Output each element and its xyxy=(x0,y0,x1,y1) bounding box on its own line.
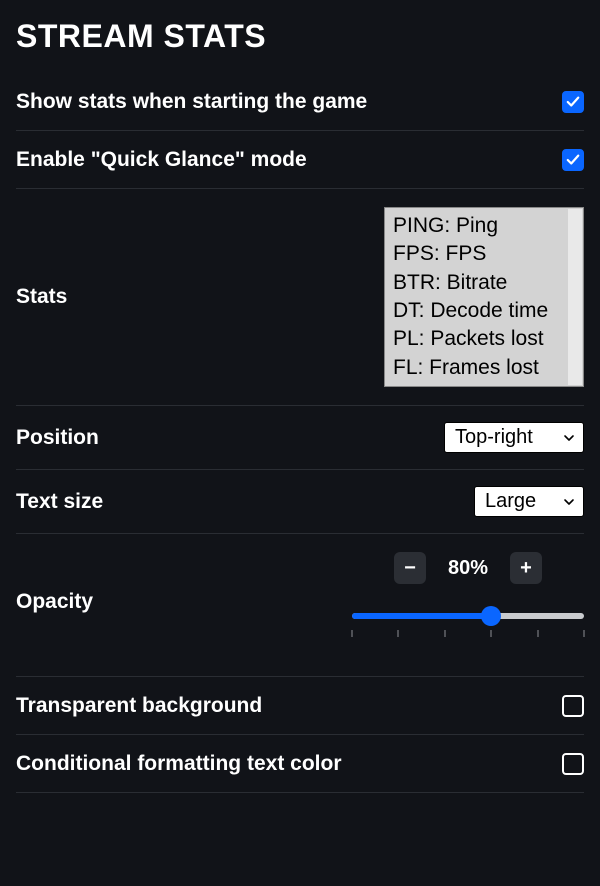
cond-fmt-checkbox[interactable] xyxy=(562,753,584,775)
opacity-label: Opacity xyxy=(16,590,93,614)
stats-list-item[interactable]: DT: Decode time xyxy=(393,297,583,325)
position-label: Position xyxy=(16,426,99,450)
slider-tick xyxy=(491,630,492,637)
row-opacity: Opacity − 80% + xyxy=(16,534,584,677)
position-select-value: Top-right xyxy=(455,426,533,449)
row-stats: Stats PING: PingFPS: FPSBTR: BitrateDT: … xyxy=(16,189,584,406)
stats-list-item[interactable]: FL: Frames lost xyxy=(393,354,583,382)
slider-thumb[interactable] xyxy=(481,606,501,626)
chevron-down-icon xyxy=(563,496,575,508)
transparent-bg-checkbox[interactable] xyxy=(562,695,584,717)
slider-tick xyxy=(444,630,445,637)
opacity-slider[interactable] xyxy=(352,606,584,626)
cond-fmt-label: Conditional formatting text color xyxy=(16,752,342,776)
quick-glance-label: Enable "Quick Glance" mode xyxy=(16,148,307,172)
slider-fill xyxy=(352,613,491,619)
opacity-stepper: − 80% + xyxy=(352,552,584,584)
row-conditional-formatting: Conditional formatting text color xyxy=(16,735,584,793)
quick-glance-checkbox[interactable] xyxy=(562,149,584,171)
stats-label: Stats xyxy=(16,285,67,309)
show-stats-checkbox[interactable] xyxy=(562,91,584,113)
slider-tick xyxy=(352,630,353,637)
section-title: STREAM STATS xyxy=(16,18,584,55)
row-quick-glance: Enable "Quick Glance" mode xyxy=(16,131,584,189)
check-icon xyxy=(566,153,580,167)
opacity-increment-button[interactable]: + xyxy=(510,552,542,584)
slider-tick xyxy=(398,630,399,637)
stats-scrollbar[interactable] xyxy=(568,209,582,385)
stats-listbox[interactable]: PING: PingFPS: FPSBTR: BitrateDT: Decode… xyxy=(384,207,584,387)
stats-list-item[interactable]: BTR: Bitrate xyxy=(393,269,583,297)
stats-list-item[interactable]: FPS: FPS xyxy=(393,240,583,268)
slider-ticks xyxy=(352,630,584,638)
row-transparent-background: Transparent background xyxy=(16,677,584,735)
row-text-size: Text size Large xyxy=(16,470,584,534)
text-size-label: Text size xyxy=(16,490,103,514)
text-size-select[interactable]: Large xyxy=(474,486,584,517)
opacity-decrement-button[interactable]: − xyxy=(394,552,426,584)
position-select[interactable]: Top-right xyxy=(444,422,584,453)
check-icon xyxy=(566,95,580,109)
transparent-bg-label: Transparent background xyxy=(16,694,262,718)
chevron-down-icon xyxy=(563,432,575,444)
slider-tick xyxy=(584,630,585,637)
show-stats-label: Show stats when starting the game xyxy=(16,90,367,114)
opacity-value: 80% xyxy=(442,557,494,580)
text-size-select-value: Large xyxy=(485,490,536,513)
row-show-stats-on-start: Show stats when starting the game xyxy=(16,73,584,131)
stats-list-item[interactable]: PING: Ping xyxy=(393,212,583,240)
slider-tick xyxy=(537,630,538,637)
row-position: Position Top-right xyxy=(16,406,584,470)
stats-list-item[interactable]: PL: Packets lost xyxy=(393,325,583,353)
